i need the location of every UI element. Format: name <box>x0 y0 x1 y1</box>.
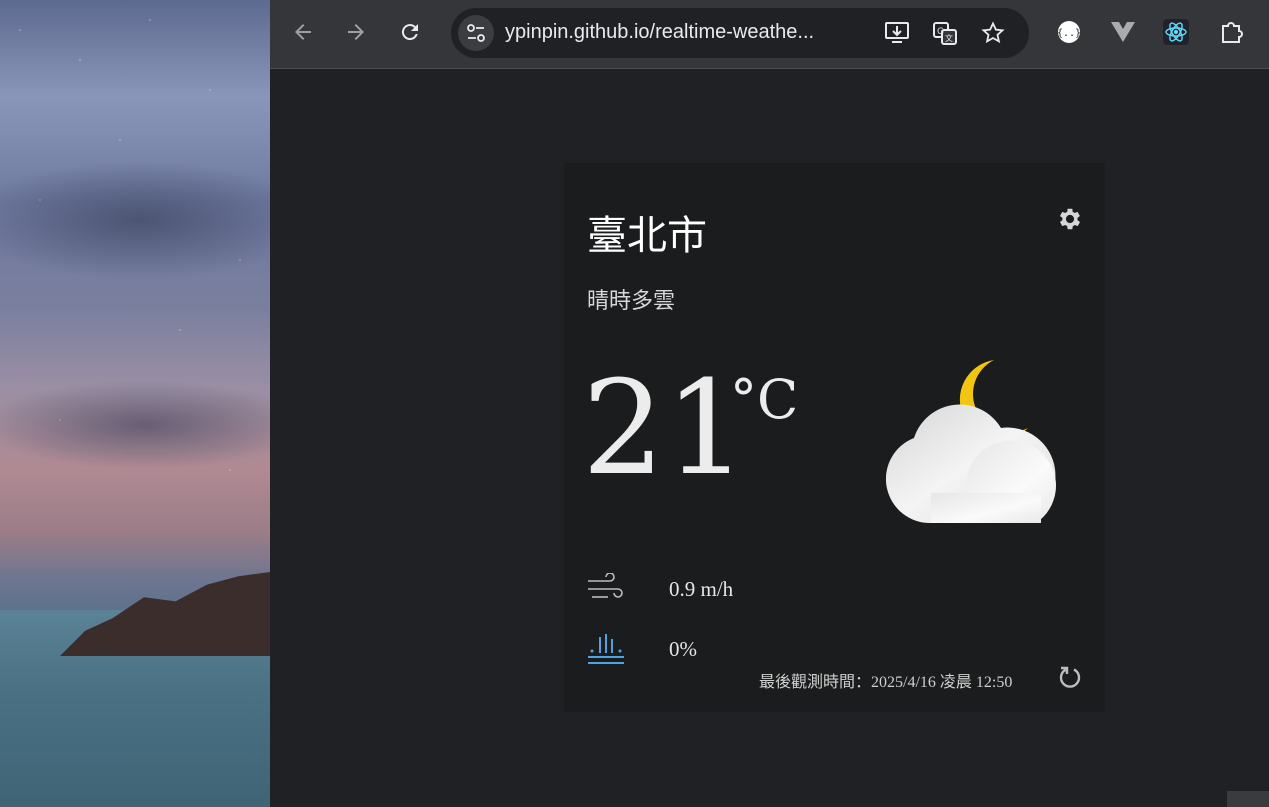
address-bar[interactable]: ypinpin.github.io/realtime-weathe... G 文 <box>451 8 1029 58</box>
tune-icon <box>467 24 485 42</box>
star-icon <box>981 21 1005 44</box>
bookmark-button[interactable] <box>979 19 1007 47</box>
temperature-unit: °C <box>730 368 799 431</box>
settings-button[interactable] <box>1056 205 1084 233</box>
rain-icon <box>588 634 624 664</box>
wind-icon <box>588 573 623 598</box>
reload-icon <box>401 24 418 41</box>
gear-icon <box>1059 208 1081 230</box>
weather-card: 臺北市 晴時多雲 21 °C 0.9 m/h 0% 最後觀測時間：2025/4/… <box>564 163 1105 712</box>
extensions-puzzle-icon <box>1222 22 1243 43</box>
wind-speed-value: 0.9 m/h <box>669 577 734 601</box>
svg-text:文: 文 <box>945 33 953 43</box>
desktop-wallpaper <box>0 0 270 807</box>
rain-probability-value: 0% <box>669 637 697 661</box>
reload-button[interactable] <box>392 14 428 50</box>
json-viewer-extension[interactable]: {..} <box>1053 16 1085 48</box>
back-button[interactable] <box>285 14 321 50</box>
site-info-button[interactable] <box>458 15 494 51</box>
refresh-icon <box>1059 666 1081 688</box>
vue-devtools-extension[interactable] <box>1107 16 1139 48</box>
extensions-button[interactable] <box>1216 16 1248 48</box>
svg-text:G: G <box>937 27 944 37</box>
browser-toolbar: ypinpin.github.io/realtime-weathe... G 文 <box>270 0 1269 69</box>
svg-text:{..}: {..} <box>1057 28 1081 39</box>
vue-devtools-icon <box>1111 22 1135 42</box>
translate-icon: G 文 <box>933 22 957 45</box>
city-name: 臺北市 <box>587 213 707 259</box>
url-text[interactable]: ypinpin.github.io/realtime-weathe... <box>505 21 814 44</box>
install-app-button[interactable] <box>883 19 911 47</box>
weather-description: 晴時多雲 <box>587 289 676 314</box>
install-app-icon <box>885 22 909 43</box>
react-devtools-icon <box>1163 19 1189 45</box>
arrow-right-icon <box>348 24 364 40</box>
react-devtools-extension[interactable] <box>1160 16 1192 48</box>
wallpaper-cloud <box>0 160 270 280</box>
translate-button[interactable]: G 文 <box>931 19 959 47</box>
refresh-button[interactable] <box>1057 665 1083 691</box>
json-viewer-icon: {..} <box>1057 21 1081 43</box>
partly-cloudy-night-icon <box>886 360 1056 524</box>
observed-time: 最後觀測時間：2025/4/16 凌晨 12:50 <box>759 674 1013 691</box>
corner-handle <box>1227 791 1269 807</box>
forward-button[interactable] <box>338 14 374 50</box>
browser-window: ypinpin.github.io/realtime-weathe... G 文 <box>270 0 1269 807</box>
temperature-value: 21 <box>582 352 748 504</box>
arrow-left-icon <box>295 24 311 40</box>
wallpaper-cloud <box>0 380 270 470</box>
